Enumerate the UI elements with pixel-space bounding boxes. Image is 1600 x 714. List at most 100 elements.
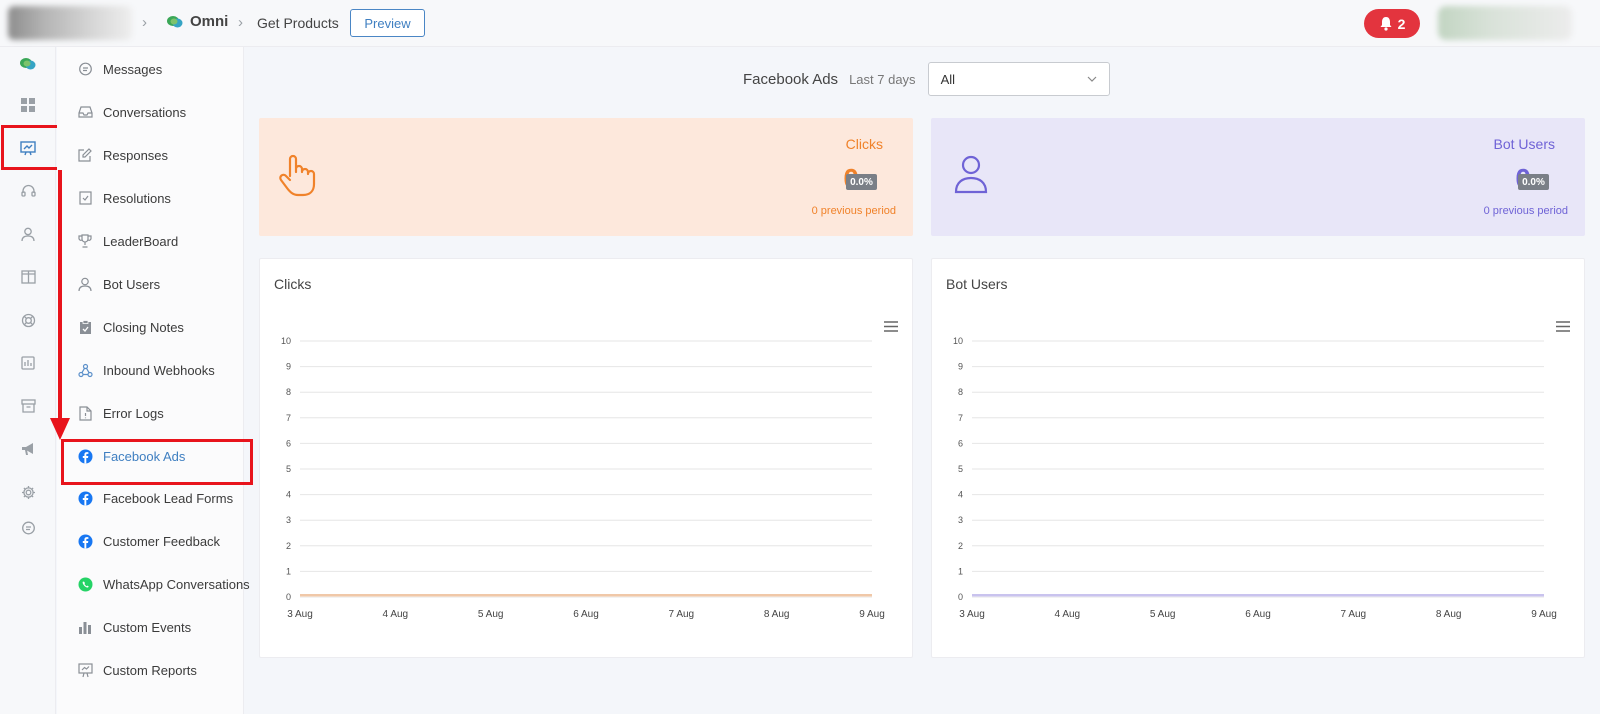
y-tick-label: 9 bbox=[958, 362, 963, 372]
bar-chart-icon bbox=[77, 619, 93, 635]
chevron-right-icon: › bbox=[238, 14, 243, 31]
facebook-icon bbox=[77, 490, 93, 506]
x-tick-label: 3 Aug bbox=[959, 609, 985, 620]
menu-item-inbound-webhooks[interactable]: Inbound Webhooks bbox=[77, 359, 215, 381]
x-tick-label: 4 Aug bbox=[383, 609, 409, 620]
report-icon[interactable] bbox=[17, 352, 39, 374]
breadcrumb-app[interactable]: Omni bbox=[167, 13, 228, 30]
megaphone-icon[interactable] bbox=[17, 438, 39, 460]
columns-icon[interactable] bbox=[17, 266, 39, 288]
bot-users-change-badge: 0.0% bbox=[1518, 174, 1549, 190]
clicks-chart: 0 1 2 3 4 5 6 7 8 9 10 3 Aug 4 Aug 5 Aug 6 Aug 7 Aug 8 A… bbox=[281, 336, 885, 620]
facebook-icon bbox=[77, 533, 93, 549]
y-tick-label: 0 bbox=[958, 592, 963, 602]
y-tick-label: 10 bbox=[281, 336, 291, 346]
y-tick-label: 7 bbox=[286, 413, 291, 423]
y-tick-label: 4 bbox=[958, 490, 963, 500]
hamburger-menu-icon[interactable] bbox=[884, 321, 898, 332]
menu-item-conversations[interactable]: Conversations bbox=[77, 101, 186, 123]
menu-item-whatsapp-conversations[interactable]: WhatsApp Conversations bbox=[77, 573, 250, 595]
y-tick-label: 0 bbox=[286, 592, 291, 602]
menu-item-messages[interactable]: Messages bbox=[77, 58, 162, 80]
check-doc-icon bbox=[77, 190, 93, 206]
gear-icon[interactable] bbox=[17, 481, 39, 503]
user-icon[interactable] bbox=[17, 223, 39, 245]
notifications-button[interactable]: 2 bbox=[1364, 9, 1420, 38]
menu-item-error-logs[interactable]: Error Logs bbox=[77, 402, 164, 424]
menu-item-bot-users[interactable]: Bot Users bbox=[77, 273, 160, 295]
y-tick-label: 5 bbox=[286, 464, 291, 474]
user-menu[interactable] bbox=[1438, 6, 1572, 40]
y-tick-label: 1 bbox=[286, 566, 291, 576]
select-value: All bbox=[940, 71, 956, 87]
blurred-logo[interactable] bbox=[8, 6, 132, 40]
x-tick-label: 5 Aug bbox=[478, 609, 504, 620]
message-icon bbox=[77, 61, 93, 77]
inbox-icon bbox=[77, 104, 93, 120]
hamburger-menu-icon[interactable] bbox=[1556, 321, 1570, 332]
menu-item-responses[interactable]: Responses bbox=[77, 144, 168, 166]
message-icon[interactable] bbox=[17, 517, 39, 539]
x-tick-label: 9 Aug bbox=[859, 609, 885, 620]
analytics-highlight-box bbox=[1, 125, 62, 170]
menu-item-facebook-lead-forms[interactable]: Facebook Lead Forms bbox=[77, 487, 233, 509]
x-tick-label: 4 Aug bbox=[1055, 609, 1081, 620]
clicks-stat-title: Clicks bbox=[845, 136, 883, 152]
report-title: Facebook Ads bbox=[743, 70, 839, 88]
y-tick-label: 3 bbox=[958, 515, 963, 525]
chat-logo-icon[interactable] bbox=[17, 53, 39, 75]
bot-users-previous-period: 0 previous period bbox=[1483, 205, 1568, 217]
error-doc-icon bbox=[77, 405, 93, 421]
x-tick-label: 8 Aug bbox=[764, 609, 790, 620]
analytics-submenu: Messages Conversations Responses Resolut… bbox=[57, 47, 250, 714]
y-tick-label: 8 bbox=[958, 387, 963, 397]
x-tick-label: 9 Aug bbox=[1531, 609, 1557, 620]
clicks-previous-period: 0 previous period bbox=[811, 205, 896, 217]
user-icon bbox=[953, 154, 989, 199]
notification-count: 2 bbox=[1397, 15, 1406, 32]
y-tick-label: 2 bbox=[958, 541, 963, 551]
breadcrumb-page[interactable]: Get Products bbox=[257, 15, 339, 31]
chevron-right-icon: › bbox=[142, 14, 147, 31]
clicks-change-badge: 0.0% bbox=[846, 174, 877, 190]
x-tick-label: 3 Aug bbox=[287, 609, 313, 620]
menu-item-resolutions[interactable]: Resolutions bbox=[77, 187, 171, 209]
y-tick-label: 5 bbox=[958, 464, 963, 474]
bot-users-chart: 0 1 2 3 4 5 6 7 8 9 10 3 Aug 4 Aug 5 Aug 6 Aug 7 Aug 8 A… bbox=[953, 336, 1557, 620]
chevron-down-icon bbox=[1087, 76, 1096, 82]
menu-item-customer-feedback[interactable]: Customer Feedback bbox=[77, 530, 220, 552]
bot-users-stat-card: Bot Users 0 0.0% 0 previous period bbox=[931, 118, 1585, 236]
clipboard-icon bbox=[77, 319, 93, 335]
chat-logo-icon bbox=[167, 15, 183, 27]
menu-item-closing-notes[interactable]: Closing Notes bbox=[77, 316, 184, 338]
top-bar: › Omni › Get Products Preview 2 bbox=[0, 0, 1600, 47]
x-tick-label: 8 Aug bbox=[1436, 609, 1462, 620]
y-tick-label: 6 bbox=[286, 438, 291, 448]
bot-users-stat-title: Bot Users bbox=[1493, 136, 1555, 152]
edit-icon bbox=[77, 147, 93, 163]
preview-button[interactable]: Preview bbox=[350, 9, 425, 37]
clicks-chart-title: Clicks bbox=[274, 276, 312, 292]
dashboard-icon[interactable] bbox=[17, 94, 39, 116]
x-tick-label: 6 Aug bbox=[573, 609, 599, 620]
trophy-icon bbox=[77, 233, 93, 249]
y-tick-label: 1 bbox=[958, 566, 963, 576]
x-tick-label: 6 Aug bbox=[1245, 609, 1271, 620]
lifebuoy-icon[interactable] bbox=[17, 309, 39, 331]
y-tick-label: 7 bbox=[958, 413, 963, 423]
menu-item-custom-events[interactable]: Custom Events bbox=[77, 616, 191, 638]
menu-item-leaderboard[interactable]: LeaderBoard bbox=[77, 230, 178, 252]
campaign-select[interactable]: All bbox=[927, 62, 1110, 96]
bot-users-chart-card: 0 1 2 3 4 5 6 7 8 9 10 3 Aug 4 Aug 5 Aug 6 Aug 7 Aug 8 A… bbox=[931, 258, 1585, 658]
archive-icon[interactable] bbox=[17, 395, 39, 417]
headset-icon[interactable] bbox=[17, 180, 39, 202]
y-tick-label: 4 bbox=[286, 490, 291, 500]
period-label: Last 7 days bbox=[849, 71, 916, 87]
y-tick-label: 10 bbox=[953, 336, 963, 346]
clicks-stat-card: Clicks 0 0.0% 0 previous period bbox=[259, 118, 913, 236]
x-tick-label: 7 Aug bbox=[1341, 609, 1367, 620]
menu-item-custom-reports[interactable]: Custom Reports bbox=[77, 659, 197, 681]
y-tick-label: 8 bbox=[286, 387, 291, 397]
app-name: Omni bbox=[190, 13, 229, 30]
bot-users-chart-title: Bot Users bbox=[946, 276, 1008, 292]
